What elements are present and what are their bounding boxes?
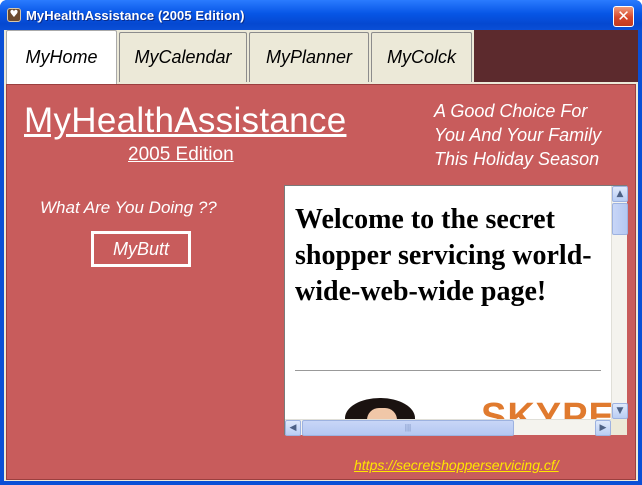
tagline-line-2: You And Your Family — [434, 125, 602, 145]
app-edition: 2005 Edition — [128, 144, 234, 165]
tagline: A Good Choice For You And Your Family Th… — [434, 99, 634, 171]
my-button[interactable]: MyButt — [91, 231, 191, 267]
vertical-scroll-thumb[interactable] — [612, 203, 628, 235]
welcome-heading: Welcome to the secret shopper servicing … — [295, 204, 592, 307]
scroll-down-icon[interactable]: ▼ — [612, 403, 628, 419]
tagline-line-3: This Holiday Season — [434, 149, 600, 169]
scroll-up-icon[interactable]: ▲ — [612, 186, 628, 202]
tab-strip-filler — [474, 30, 638, 82]
title-bar[interactable]: ♥ MyHealthAssistance (2005 Edition) ✕ — [0, 0, 642, 30]
app-title: MyHealthAssistance — [24, 101, 347, 140]
close-button[interactable]: ✕ — [613, 6, 634, 27]
scroll-right-icon[interactable]: ▶ — [595, 420, 611, 436]
window-client: MyHome MyCalendar MyPlanner MyColck MyHe… — [4, 30, 638, 481]
question-label: What Are You Doing ?? — [40, 198, 217, 217]
embedded-browser[interactable]: Welcome to the secret shopper servicing … — [284, 185, 628, 436]
tab-myclock[interactable]: MyColck — [371, 32, 472, 82]
home-panel: MyHealthAssistance 2005 Edition A Good C… — [6, 84, 636, 480]
window-title: MyHealthAssistance (2005 Edition) — [26, 8, 245, 23]
app-icon[interactable]: ♥ — [7, 8, 21, 22]
horizontal-scrollbar[interactable]: ◀ ||| ▶ — [285, 419, 611, 436]
horizontal-scroll-thumb[interactable]: ||| — [302, 420, 514, 436]
scrollbar-corner — [611, 419, 627, 435]
vertical-scrollbar[interactable]: ▲ ▼ — [611, 186, 628, 419]
tab-myplanner[interactable]: MyPlanner — [249, 32, 369, 82]
tab-strip: MyHome MyCalendar MyPlanner MyColck — [4, 30, 638, 84]
ad-photo — [345, 398, 415, 419]
tab-myhome[interactable]: MyHome — [6, 30, 117, 84]
horizontal-rule — [295, 370, 601, 371]
browser-content: Welcome to the secret shopper servicing … — [285, 186, 611, 419]
tab-mycalendar[interactable]: MyCalendar — [119, 32, 247, 82]
scroll-left-icon[interactable]: ◀ — [285, 420, 301, 436]
app-window: ♥ MyHealthAssistance (2005 Edition) ✕ My… — [0, 0, 642, 485]
ad-banner-text[interactable]: SKYPE — [481, 396, 611, 419]
ad-photo-face — [367, 408, 397, 419]
website-link[interactable]: https://secretshopperservicing.cf/ — [354, 457, 559, 473]
tagline-line-1: A Good Choice For — [434, 101, 588, 121]
